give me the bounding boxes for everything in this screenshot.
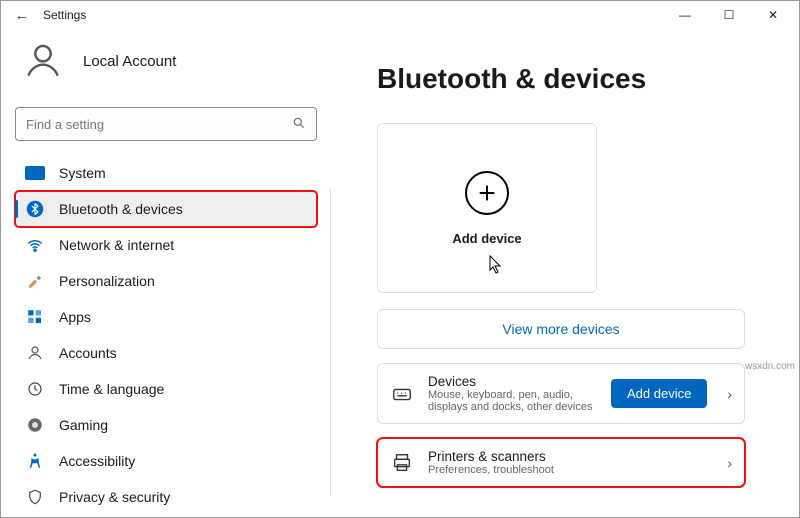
search-input-wrapper[interactable] <box>15 107 317 141</box>
sidebar-item-bluetooth-devices[interactable]: Bluetooth & devices <box>15 191 317 227</box>
sidebar-divider <box>330 189 331 497</box>
sidebar-item-label: Network & internet <box>59 237 174 253</box>
printer-icon <box>390 451 414 475</box>
devices-row-subtitle: Mouse, keyboard, pen, audio, displays an… <box>428 389 597 413</box>
page-title: Bluetooth & devices <box>377 63 769 95</box>
sidebar-item-accounts[interactable]: Accounts <box>15 335 317 371</box>
chevron-right-icon: › <box>721 455 732 471</box>
view-more-devices-button[interactable]: View more devices <box>377 309 745 349</box>
avatar-icon <box>21 39 65 83</box>
search-icon <box>292 116 306 133</box>
paintbrush-icon <box>25 271 45 291</box>
sidebar-item-network[interactable]: Network & internet <box>15 227 317 263</box>
sidebar-item-personalization[interactable]: Personalization <box>15 263 317 299</box>
sidebar-item-accessibility[interactable]: Accessibility <box>15 443 317 479</box>
accessibility-icon <box>25 451 45 471</box>
printers-scanners-row[interactable]: Printers & scanners Preferences, trouble… <box>377 438 745 487</box>
sidebar-item-label: Gaming <box>59 417 108 433</box>
sidebar-item-gaming[interactable]: Gaming <box>15 407 317 443</box>
sidebar-nav: System Bluetooth & devices Network & int… <box>15 155 317 515</box>
close-button[interactable]: ✕ <box>751 3 795 27</box>
shield-icon <box>25 487 45 507</box>
devices-row[interactable]: Devices Mouse, keyboard, pen, audio, dis… <box>377 363 745 424</box>
gaming-icon <box>25 415 45 435</box>
devices-row-title: Devices <box>428 374 597 389</box>
add-device-card[interactable]: Add device <box>377 123 597 293</box>
keyboard-icon <box>390 382 414 406</box>
bluetooth-icon <box>25 199 45 219</box>
plus-icon <box>465 171 509 215</box>
accounts-icon <box>25 343 45 363</box>
sidebar-item-label: System <box>59 165 106 181</box>
wifi-icon <box>25 235 45 255</box>
chevron-right-icon: › <box>721 386 732 402</box>
user-name-label: Local Account <box>83 53 176 70</box>
printers-row-title: Printers & scanners <box>428 449 707 464</box>
add-device-label: Add device <box>452 231 521 246</box>
system-icon <box>25 163 45 183</box>
minimize-button[interactable]: — <box>663 3 707 27</box>
maximize-button[interactable]: ☐ <box>707 3 751 27</box>
sidebar-item-label: Personalization <box>59 273 155 289</box>
sidebar-item-privacy-security[interactable]: Privacy & security <box>15 479 317 515</box>
sidebar-item-label: Accounts <box>59 345 117 361</box>
cursor-icon <box>488 254 504 279</box>
sidebar-item-system[interactable]: System <box>15 155 317 191</box>
back-button[interactable]: ← <box>13 6 31 24</box>
sidebar-item-label: Privacy & security <box>59 489 170 505</box>
sidebar-item-label: Accessibility <box>59 453 135 469</box>
apps-icon <box>25 307 45 327</box>
search-input[interactable] <box>26 117 292 132</box>
printers-row-subtitle: Preferences, troubleshoot <box>428 464 707 476</box>
sidebar-item-label: Time & language <box>59 381 164 397</box>
sidebar-item-apps[interactable]: Apps <box>15 299 317 335</box>
sidebar-item-time-language[interactable]: Time & language <box>15 371 317 407</box>
watermark: wsxdn.com <box>745 361 795 372</box>
user-account-row[interactable]: Local Account <box>15 35 317 107</box>
clock-globe-icon <box>25 379 45 399</box>
sidebar-item-label: Bluetooth & devices <box>59 201 183 217</box>
window-title: Settings <box>43 8 86 22</box>
add-device-button[interactable]: Add device <box>611 379 707 408</box>
sidebar-item-label: Apps <box>59 309 91 325</box>
